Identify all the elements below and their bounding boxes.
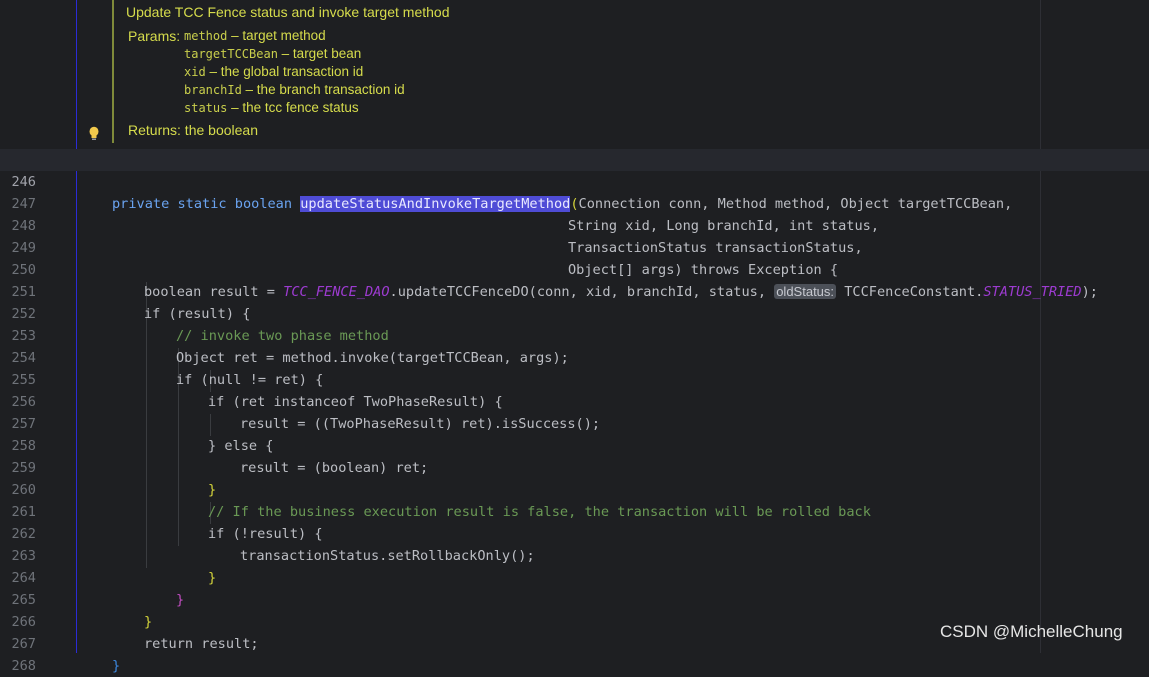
doc-param: xid – the global transaction id [184,64,364,79]
lightbulb-icon[interactable] [88,126,100,142]
code-line[interactable]: 249 Object[] args) throws Exception { [0,215,1149,278]
code-line[interactable]: 254 if (null != ret) { [0,325,1149,388]
doc-param: status – the tcc fence status [184,100,359,115]
doc-param: branchId – the branch transaction id [184,82,405,97]
code-line[interactable]: 247 String xid, Long branchId, int statu… [0,171,1149,234]
code-line[interactable]: 266 return result; [0,589,1149,652]
code-line[interactable]: 264 } [0,545,1149,608]
code-line[interactable]: 259 } [0,435,1149,498]
code-line[interactable]: 248 TransactionStatus transactionStatus, [0,193,1149,256]
code-line[interactable]: 251 if (result) { [0,259,1149,322]
doc-title: Update TCC Fence status and invoke targe… [126,4,450,20]
code-line[interactable]: 262 transactionStatus.setRollbackOnly(); [0,501,1149,564]
doc-params-label: Params: [128,28,181,44]
watermark: CSDN @MichelleChung [940,622,1123,641]
line-number: 268 [11,658,36,674]
code-line[interactable]: 253 Object ret = method.invoke(targetTCC… [0,303,1149,366]
code-line[interactable]: 256 result = ((TwoPhaseResult) ret).isSu… [0,369,1149,432]
code-line[interactable]: 263 } [0,523,1149,586]
code-line[interactable]: 265 } [0,567,1149,630]
code-line[interactable]: 261 if (!result) { [0,479,1149,542]
doc-returns: Returns: the boolean [128,122,258,138]
javadoc-panel: Update TCC Fence status and invoke targe… [112,0,1014,143]
code-line[interactable]: 257 } else { [0,391,1149,454]
doc-param: targetTCCBean – target bean [184,46,362,61]
code-text: } [112,658,121,674]
code-line[interactable]: 258 result = (boolean) ret; [0,413,1149,476]
code-line[interactable]: 260 // If the business execution result … [0,457,1149,520]
code-line[interactable]: 252 // invoke two phase method [0,281,1149,344]
code-line[interactable]: 255 if (ret instanceof TwoPhaseResult) { [0,347,1149,410]
code-line-current[interactable]: 246 private static boolean updateStatusA… [0,149,1149,212]
doc-param: method – target method [184,28,326,43]
code-line[interactable]: 250 boolean result = TCC_FENCE_DAO.updat… [0,237,1149,300]
